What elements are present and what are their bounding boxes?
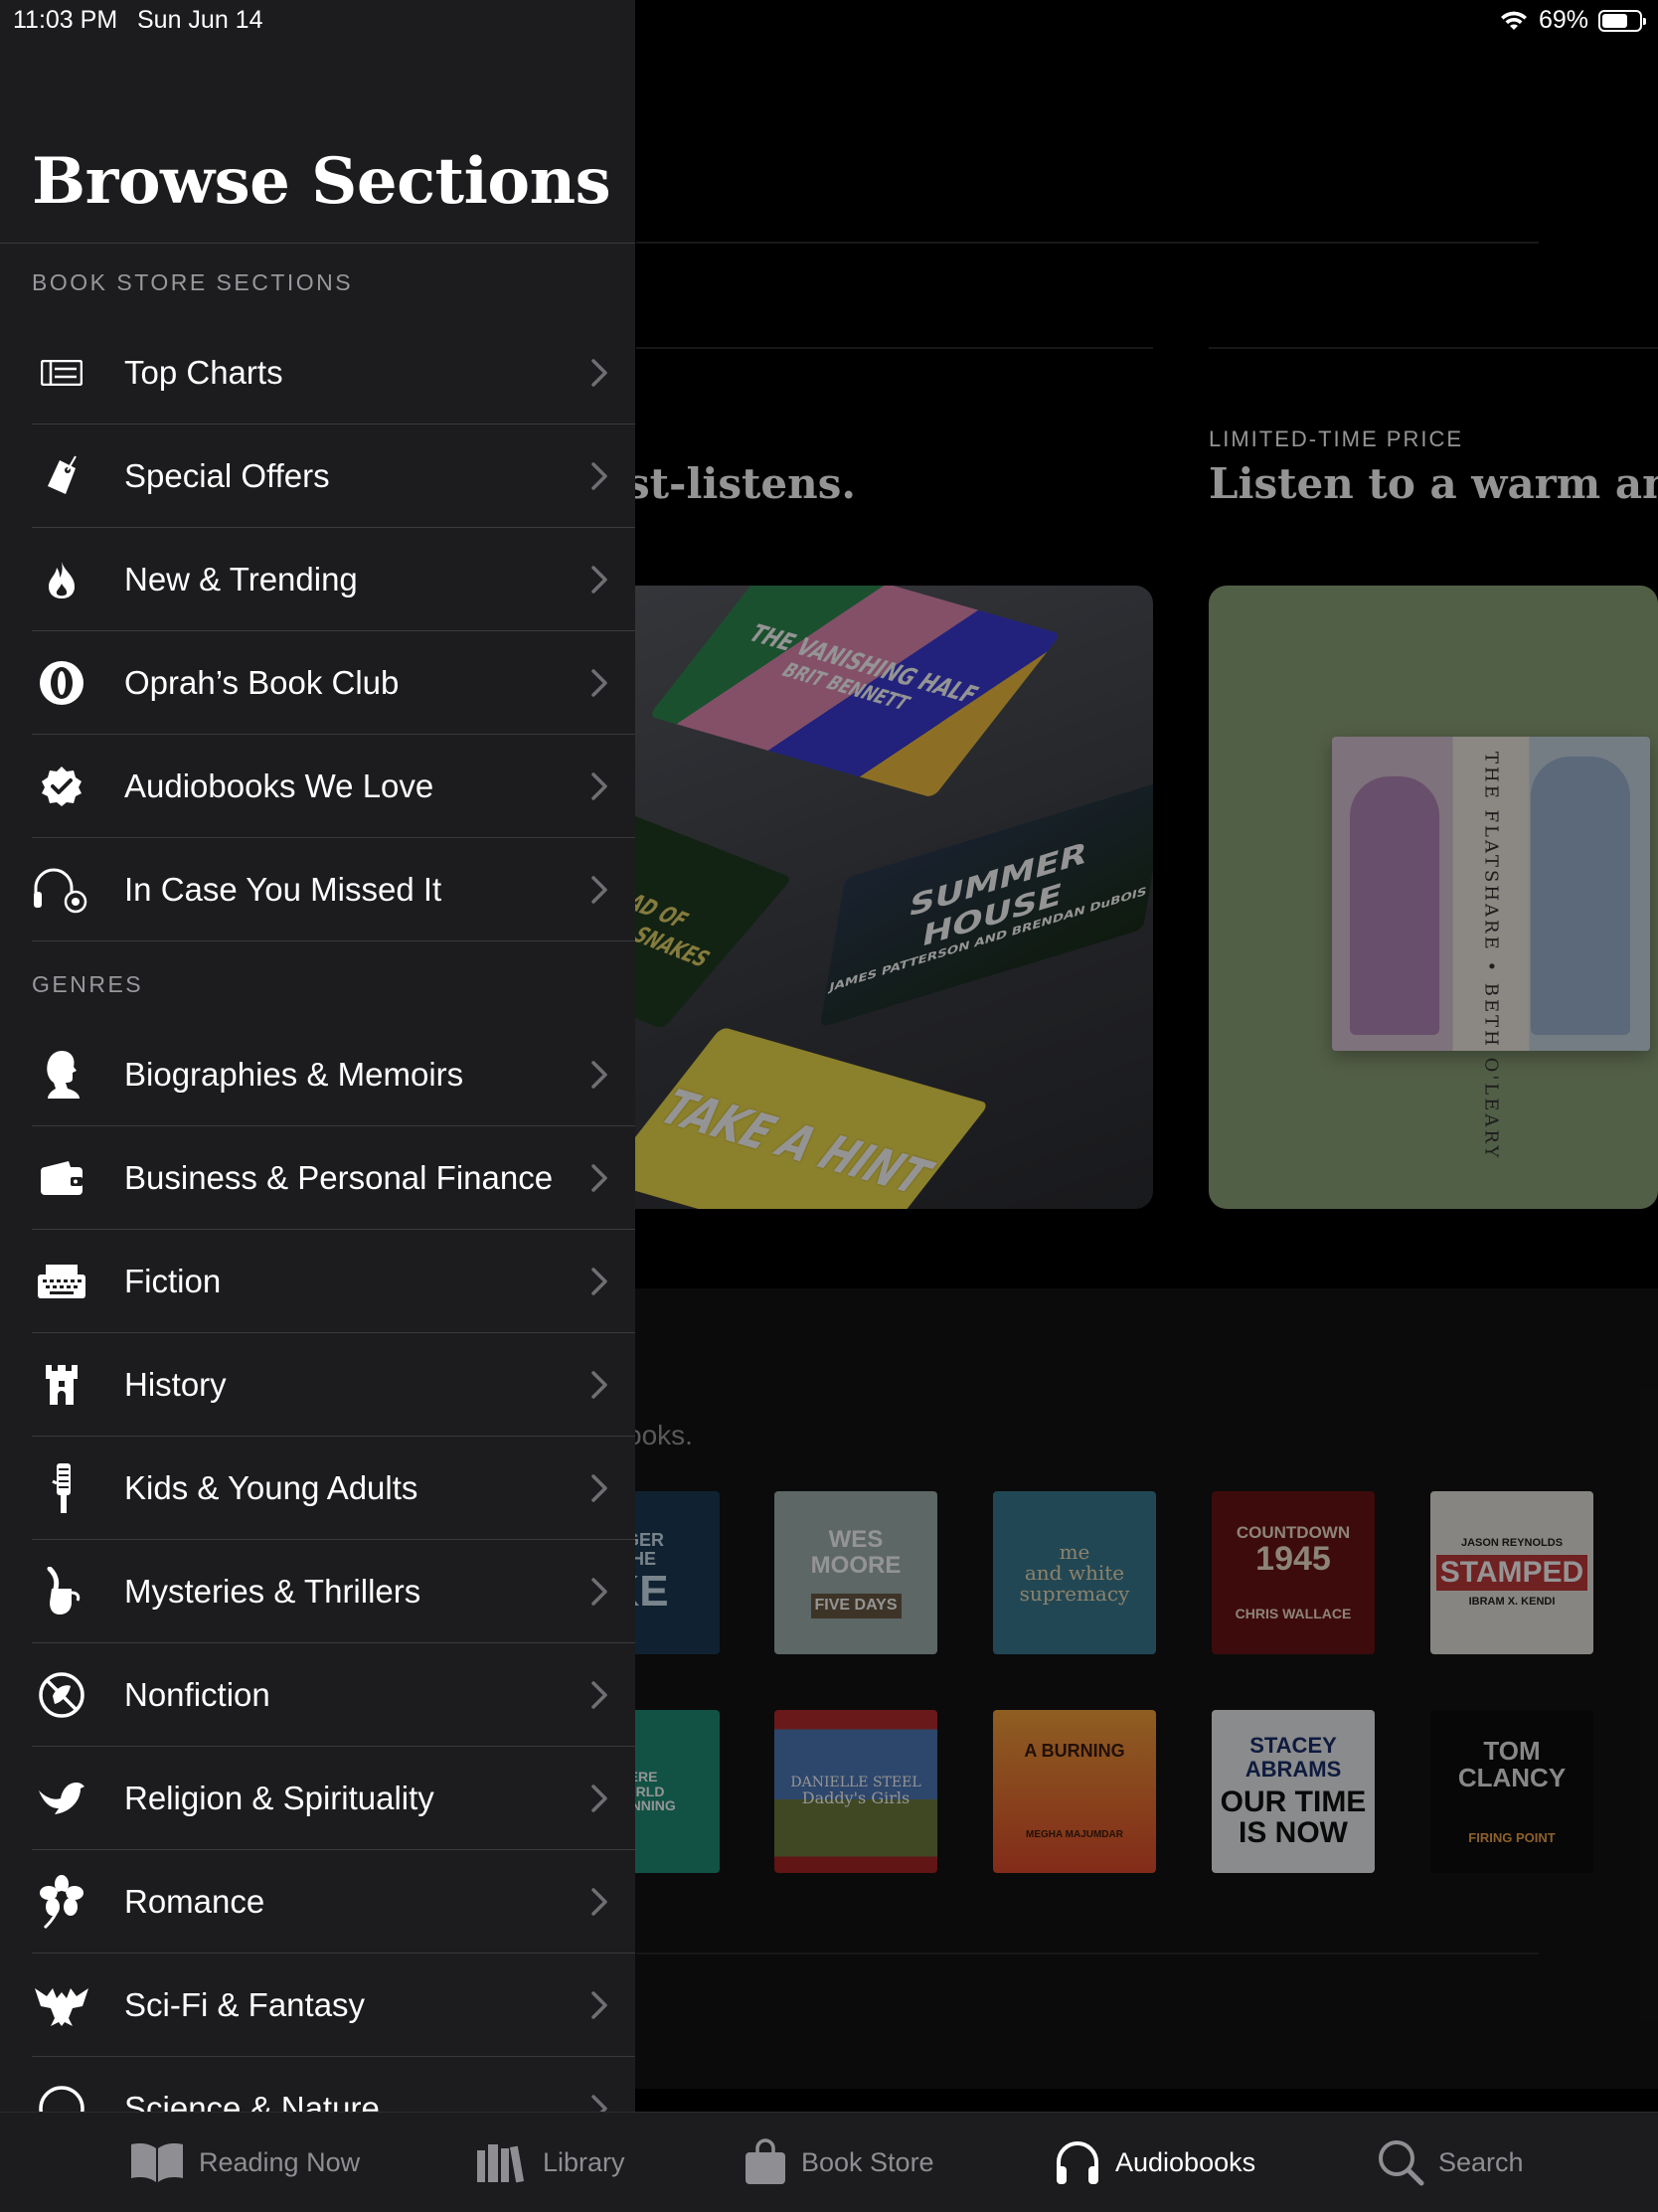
nonfiction-icon [32,1665,91,1725]
sidebar-item-religion-spirituality[interactable]: Religion & Spirituality [32,1747,635,1850]
chevron-right-icon [591,1785,607,1812]
kids-icon [32,1458,91,1518]
pipe-icon [32,1562,91,1621]
chevron-right-icon [591,1061,607,1089]
sidebar-item-fiction[interactable]: Fiction [32,1230,635,1333]
sidebar-item-label: Audiobooks We Love [124,767,434,804]
sidebar-item-label: Business & Personal Finance [124,1159,554,1196]
tab-book-store[interactable]: Book Store [744,2113,934,2212]
chevron-right-icon [591,1371,607,1399]
chevron-right-icon [591,1991,607,2019]
sidebar-title: Browse Sections [32,144,611,219]
sidebar-item-label: Biographies & Memoirs [124,1056,464,1093]
tab-label: Library [543,2146,625,2177]
flower-icon [32,1872,91,1932]
tab-label: Search [1438,2146,1524,2177]
bag-icon [746,2138,785,2184]
sidebar-item-history[interactable]: History [32,1333,635,1437]
sidebar-item-label: Fiction [124,1263,222,1299]
typewriter-icon [32,1252,91,1311]
flame-icon [32,550,91,609]
sidebar-item-label: Top Charts [124,354,283,391]
tab-library[interactable]: Library [475,2113,625,2212]
chevron-right-icon [591,876,607,904]
sidebar-item-label: New & Trending [124,561,358,597]
sidebar-item-label: Oprah’s Book Club [124,664,400,701]
sidebar-item-kids-young-adults[interactable]: Kids & Young Adults [32,1437,635,1540]
sidebar-item-nonfiction[interactable]: Nonfiction [32,1643,635,1747]
battery-percent: 69% [1538,6,1588,34]
headphones-icon [1057,2141,1098,2184]
sidebar-item-top-charts[interactable]: Top Charts [32,321,635,425]
sidebar-item-label: Religion & Spirituality [124,1780,434,1816]
section-header-store: BOOK STORE SECTIONS [32,269,354,295]
chevron-right-icon [591,2095,607,2112]
book-open-icon [131,2143,183,2182]
checkmark-seal-icon [32,757,91,816]
sidebar-item-special-offers[interactable]: Special Offers [32,425,635,528]
chevron-right-icon [591,772,607,800]
wifi-icon [1500,11,1527,30]
chevron-right-icon [591,1268,607,1295]
chevron-right-icon [591,1164,607,1192]
dove-icon [32,1769,91,1828]
sidebar-item-label: Kids & Young Adults [124,1469,418,1506]
tab-label: Reading Now [199,2146,361,2177]
row-divider [32,940,635,941]
chevron-right-icon [591,669,607,697]
science-icon [32,2079,91,2112]
sidebar-item-mysteries-thrillers[interactable]: Mysteries & Thrillers [32,1540,635,1643]
chevron-right-icon [591,1578,607,1606]
sidebar-item-oprahs-book-club[interactable]: Oprah’s Book Club [32,631,635,735]
library-icon [477,2144,525,2183]
sidebar-item-in-case-you-missed-it[interactable]: In Case You Missed It [32,838,635,941]
sidebar-item-label: Mysteries & Thrillers [124,1573,421,1610]
sidebar-item-label: Sci-Fi & Fantasy [124,1986,366,2023]
tab-label: Book Store [801,2146,934,2177]
sidebar-title-divider [0,243,635,244]
sidebar-item-label: In Case You Missed It [124,871,442,908]
chevron-right-icon [591,359,607,387]
tab-bar: Reading Now Library Book Store Audiobook… [0,2112,1658,2212]
sidebar-item-biographies-memoirs[interactable]: Biographies & Memoirs [32,1023,635,1126]
tab-search[interactable]: Search [1377,2113,1524,2212]
status-time: 11:03 PM [13,6,118,34]
tab-reading-now[interactable]: Reading Now [129,2113,360,2212]
sidebar-item-new-trending[interactable]: New & Trending [32,528,635,631]
wallet-icon [32,1148,91,1208]
sidebar-item-sci-fi-fantasy[interactable]: Sci-Fi & Fantasy [32,1954,635,2057]
sidebar-item-label: Nonfiction [124,1676,270,1713]
section-header-genres: GENRES [32,971,144,997]
sidebar-item-label: Science & Nature [124,2090,380,2112]
battery-icon [1598,9,1646,32]
tab-audiobooks[interactable]: Audiobooks [1054,2113,1255,2212]
bust-icon [32,1045,91,1105]
status-date: Sun Jun 14 [137,6,263,34]
chevron-right-icon [591,1681,607,1709]
top-charts-icon [32,343,91,403]
chevron-right-icon [591,1888,607,1916]
search-icon [1379,2140,1424,2186]
sidebar-item-label: Romance [124,1883,265,1920]
sidebar-item-label: History [124,1366,227,1403]
sidebar-item-romance[interactable]: Romance [32,1850,635,1954]
browse-sections-sidebar: Browse Sections BOOK STORE SECTIONS Top … [0,0,635,2112]
status-right: 69% [1499,6,1646,35]
sidebar-item-science-nature[interactable]: Science & Nature [32,2057,635,2112]
chevron-right-icon [591,462,607,490]
tab-label: Audiobooks [1115,2146,1256,2177]
headphones-replay-icon [32,860,91,920]
sidebar-item-audiobooks-we-love[interactable]: Audiobooks We Love [32,735,635,838]
castle-icon [32,1355,91,1415]
status-bar: 11:03 PM Sun Jun 14 69% [0,0,1658,40]
sidebar-item-label: Special Offers [124,457,330,494]
chevron-right-icon [591,1474,607,1502]
dragon-icon [32,1975,91,2035]
sidebar-item-business-personal-finance[interactable]: Business & Personal Finance [32,1126,635,1230]
chevron-right-icon [591,566,607,594]
oprah-icon [32,653,91,713]
tag-icon [32,446,91,506]
